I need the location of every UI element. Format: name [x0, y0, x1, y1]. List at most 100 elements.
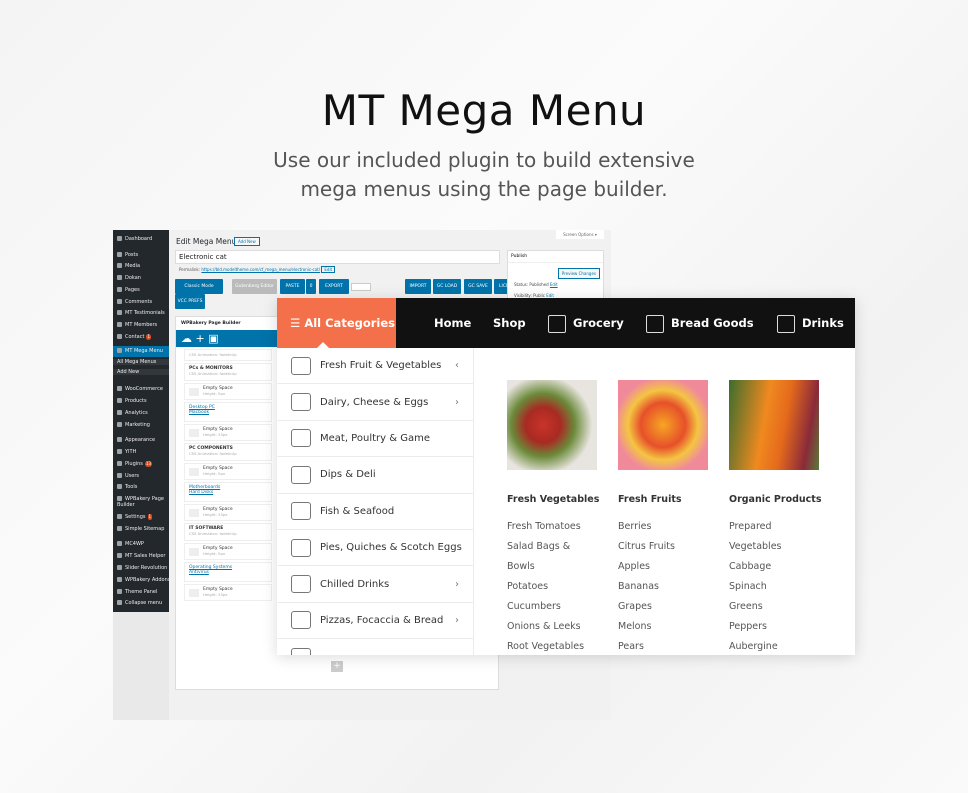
sidebar-item[interactable]: Theme Panel	[113, 589, 169, 595]
sidebar-item[interactable]: YITH	[113, 449, 169, 455]
sidebar-item[interactable]: Dashboard	[113, 236, 169, 242]
sidebar-item[interactable]: Tools	[113, 484, 169, 490]
builder-element[interactable]: Desktop PC Macbook	[184, 402, 272, 422]
sidebar-item[interactable]: Settings 1	[113, 514, 169, 520]
category-item[interactable]: Dairy, Cheese & Eggs ›	[277, 384, 474, 421]
sidebar-item[interactable]: Plugins 13	[113, 461, 169, 467]
permalink-edit-button[interactable]: Edit	[321, 266, 336, 273]
sidebar-item[interactable]: Posts	[113, 252, 169, 258]
screen-options-button[interactable]: Screen Options ▾	[556, 230, 604, 239]
templates-icon[interactable]: ▣	[208, 332, 218, 345]
builder-element[interactable]: Empty Space Height: 25px	[184, 504, 272, 521]
submenu-link[interactable]: Vegetables	[729, 537, 829, 557]
sidebar-item[interactable]: MT Mega Menu	[113, 346, 169, 357]
sidebar-item[interactable]: WPBakery Addons	[113, 577, 170, 583]
element-link[interactable]: Hard Disks	[189, 490, 267, 495]
sidebar-item[interactable]: Contact 1	[113, 334, 169, 340]
category-item[interactable]: Pies, Quiches & Scotch Eggs	[277, 529, 474, 567]
submenu-link[interactable]: Salad Bags &	[507, 537, 607, 557]
add-element-icon[interactable]: +	[196, 332, 205, 345]
status-edit-link[interactable]: Edit	[550, 282, 558, 287]
chevron-left-icon[interactable]: ‹	[455, 360, 459, 371]
category-item[interactable]: Dips & Deli	[277, 457, 474, 494]
builder-element[interactable]: Empty Space Height: 25px	[184, 584, 272, 601]
category-image[interactable]	[729, 380, 819, 470]
sidebar-item[interactable]: WPBakery Page Builder	[113, 496, 169, 508]
builder-element[interactable]: PCs & MONITORS CSS Animation: fadeInUp	[184, 363, 272, 381]
chevron-right-icon[interactable]: ›	[455, 397, 459, 408]
sidebar-item[interactable]: MC4WP	[113, 541, 169, 547]
submenu-link[interactable]: Fresh Tomatoes	[507, 517, 607, 537]
submenu-link[interactable]: Cucumbers	[507, 597, 607, 617]
nav-item-drinks[interactable]: Drinks	[777, 298, 844, 348]
sidebar-item[interactable]: MT Sales Helper	[113, 553, 169, 559]
builder-element[interactable]: Empty Space Height: 5px	[184, 463, 272, 480]
submenu-link[interactable]: Pears	[618, 637, 718, 655]
nav-item-bread-goods[interactable]: Bread Goods	[646, 298, 754, 348]
element-link[interactable]: Macbook	[189, 410, 267, 415]
sidebar-item[interactable]: Comments	[113, 299, 169, 305]
submenu-link[interactable]: Greens	[729, 597, 829, 617]
nav-item-grocery[interactable]: Grocery	[548, 298, 624, 348]
column-heading[interactable]: Fresh Vegetables	[507, 494, 607, 505]
submenu-link[interactable]: Grapes	[618, 597, 718, 617]
builder-element[interactable]: CSS Animation: fadeInUp	[184, 349, 272, 361]
sidebar-item[interactable]: Collapse menu	[113, 600, 169, 606]
submenu-link[interactable]: Aubergine	[729, 637, 829, 655]
category-item[interactable]: Chilled Drinks ›	[277, 566, 474, 603]
sidebar-item[interactable]: Slider Revolution	[113, 565, 169, 571]
sidebar-item[interactable]: WooCommerce	[113, 386, 169, 392]
builder-element[interactable]: IT SOFTWARE CSS Animation: fadeInUp	[184, 523, 272, 541]
category-image[interactable]	[618, 380, 708, 470]
builder-element[interactable]: Empty Space Height: 5px	[184, 383, 272, 400]
permalink-link[interactable]: https://bld.modeltheme.com/cf_mega_menu/…	[201, 267, 320, 272]
sidebar-item[interactable]: Appearance	[113, 437, 169, 443]
sidebar-item[interactable]: All Mega Menus	[113, 359, 169, 365]
chevron-right-icon[interactable]: ›	[455, 579, 459, 590]
category-item[interactable]: Fresh Fruit & Vegetables ‹	[277, 348, 474, 385]
submenu-link[interactable]: Peppers	[729, 617, 829, 637]
sidebar-item[interactable]: Users	[113, 473, 169, 479]
submenu-link[interactable]: Prepared	[729, 517, 829, 537]
toolbar-button[interactable]: EXPORT	[319, 279, 349, 294]
sidebar-item[interactable]: Pages	[113, 287, 169, 293]
chevron-right-icon[interactable]: ›	[455, 615, 459, 626]
sidebar-item[interactable]: Add New	[113, 369, 169, 375]
builder-element[interactable]: PC COMPONENTS CSS Animation: fadeInUp	[184, 443, 272, 461]
submenu-link[interactable]: Melons	[618, 617, 718, 637]
submenu-link[interactable]: Bananas	[618, 577, 718, 597]
all-categories-button[interactable]: ☰ All Categories ⌄	[277, 298, 396, 381]
add-new-button[interactable]: Add New	[234, 237, 260, 246]
submenu-link[interactable]: Citrus Fruits	[618, 537, 718, 557]
toolbar-button[interactable]: PASTE	[280, 279, 305, 294]
column-heading[interactable]: Organic Products	[729, 494, 829, 505]
element-link[interactable]: Antivirus	[189, 570, 267, 575]
builder-element[interactable]: Motherboards Hard Disks	[184, 482, 272, 502]
category-item[interactable]: Pizzas, Focaccia & Bread ›	[277, 602, 474, 640]
sidebar-item[interactable]: Media	[113, 263, 169, 269]
submenu-link[interactable]: Potatoes	[507, 577, 607, 597]
toolbar-button[interactable]: 0	[306, 279, 316, 294]
sidebar-item[interactable]: Analytics	[113, 410, 169, 416]
sidebar-item[interactable]: Products	[113, 398, 169, 404]
column-heading[interactable]: Fresh Fruits	[618, 494, 718, 505]
toolbar-button[interactable]: Classic Mode	[175, 279, 223, 294]
toolbar-button[interactable]: Gutenberg Editor	[232, 279, 277, 294]
builder-element[interactable]: Empty Space Height: 5px	[184, 543, 272, 560]
toolbar-button[interactable]: GC LOAD	[433, 279, 461, 294]
submenu-link[interactable]: Onions & Leeks	[507, 617, 607, 637]
toolbar-button[interactable]: GC SAVE	[464, 279, 492, 294]
sidebar-item[interactable]: Marketing	[113, 422, 169, 428]
add-row-button[interactable]: +	[331, 661, 343, 672]
submenu-link[interactable]: Apples	[618, 557, 718, 577]
sidebar-item[interactable]: Dokan	[113, 275, 169, 281]
sidebar-item[interactable]: MT Testimonials	[113, 310, 169, 316]
sidebar-item[interactable]: MT Members	[113, 322, 169, 328]
sidebar-item[interactable]: Simple Sitemap	[113, 526, 169, 532]
submenu-link[interactable]: Cabbage	[729, 557, 829, 577]
category-item[interactable]: Fish & Seafood	[277, 493, 474, 530]
toolbar-button[interactable]: IMPORT	[405, 279, 431, 294]
submenu-link[interactable]: Bowls	[507, 557, 607, 577]
builder-element[interactable]: Operating Systems Antivirus	[184, 562, 272, 582]
nav-item-shop[interactable]: Shop	[493, 298, 526, 348]
